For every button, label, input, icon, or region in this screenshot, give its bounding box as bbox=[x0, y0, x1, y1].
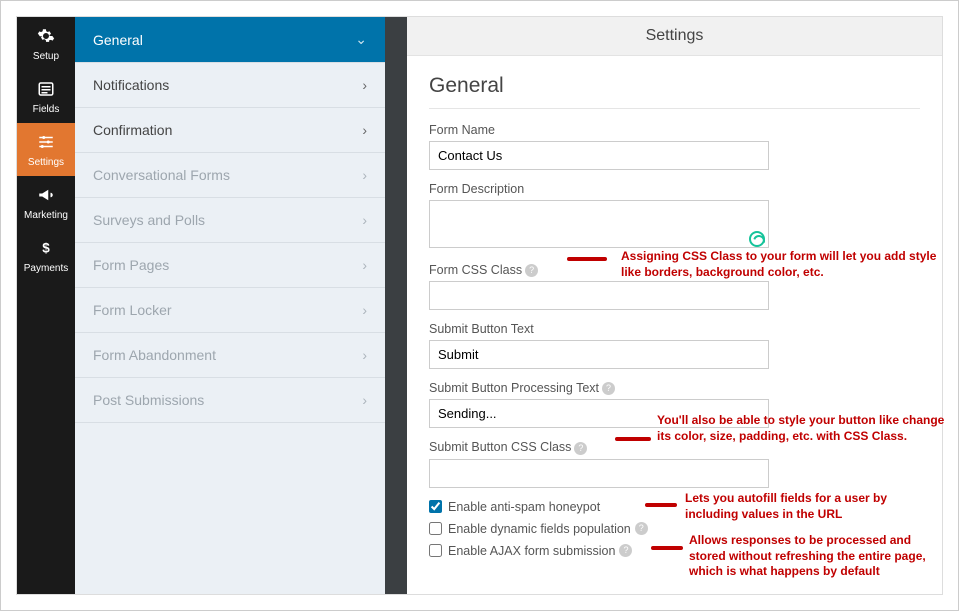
panel-divider bbox=[385, 17, 407, 594]
checkbox-ajax[interactable] bbox=[429, 544, 442, 557]
form-description-input[interactable] bbox=[429, 200, 769, 248]
chevron-right-icon: › bbox=[362, 122, 367, 138]
chevron-right-icon: › bbox=[362, 257, 367, 273]
menu-post-submissions[interactable]: Post Submissions› bbox=[75, 378, 385, 423]
help-icon[interactable]: ? bbox=[602, 382, 615, 395]
submit-css-class-input[interactable] bbox=[429, 459, 769, 488]
checkbox-dynamic[interactable] bbox=[429, 522, 442, 535]
sidebar-item-settings[interactable]: Settings bbox=[17, 123, 75, 176]
field-submit-text: Submit Button Text bbox=[429, 322, 769, 369]
checkbox-dynamic-label: Enable dynamic fields population bbox=[448, 522, 631, 536]
submit-text-input[interactable] bbox=[429, 340, 769, 369]
sidebar-item-payments[interactable]: $ Payments bbox=[17, 229, 75, 282]
grammarly-icon bbox=[749, 231, 765, 247]
form-description-label: Form Description bbox=[429, 182, 769, 196]
field-form-description: Form Description bbox=[429, 182, 769, 251]
field-submit-css-class: Submit Button CSS Class? bbox=[429, 440, 769, 487]
checkbox-ajax-row: Enable AJAX form submission ? bbox=[429, 544, 920, 558]
checkbox-ajax-label: Enable AJAX form submission bbox=[448, 544, 615, 558]
checkbox-honeypot[interactable] bbox=[429, 500, 442, 513]
submit-processing-label: Submit Button Processing Text? bbox=[429, 381, 769, 395]
list-icon bbox=[37, 80, 55, 98]
checkbox-honeypot-label: Enable anti-spam honeypot bbox=[448, 500, 600, 514]
main-panel: Settings General Form Name Form Descript… bbox=[407, 17, 942, 594]
field-form-css-class: Form CSS Class? bbox=[429, 263, 769, 310]
submit-text-label: Submit Button Text bbox=[429, 322, 769, 336]
chevron-right-icon: › bbox=[362, 392, 367, 408]
menu-form-locker[interactable]: Form Locker› bbox=[75, 288, 385, 333]
checkbox-honeypot-row: Enable anti-spam honeypot bbox=[429, 500, 920, 514]
menu-form-abandonment[interactable]: Form Abandonment› bbox=[75, 333, 385, 378]
field-form-name: Form Name bbox=[429, 123, 769, 170]
help-icon[interactable]: ? bbox=[619, 544, 632, 557]
form-css-class-input[interactable] bbox=[429, 281, 769, 310]
submit-processing-input[interactable] bbox=[429, 399, 769, 428]
chevron-right-icon: › bbox=[362, 77, 367, 93]
gear-icon bbox=[37, 27, 55, 45]
help-icon[interactable]: ? bbox=[574, 442, 587, 455]
menu-confirmation[interactable]: Confirmation› bbox=[75, 108, 385, 153]
sidebar-item-fields[interactable]: Fields bbox=[17, 70, 75, 123]
chevron-right-icon: › bbox=[362, 212, 367, 228]
chevron-right-icon: › bbox=[362, 302, 367, 318]
page-title: Settings bbox=[407, 17, 942, 56]
sidebar-item-setup[interactable]: Setup bbox=[17, 17, 75, 70]
section-heading: General bbox=[429, 74, 920, 109]
menu-notifications[interactable]: Notifications› bbox=[75, 63, 385, 108]
menu-surveys[interactable]: Surveys and Polls› bbox=[75, 198, 385, 243]
form-css-class-label: Form CSS Class? bbox=[429, 263, 769, 277]
form-name-label: Form Name bbox=[429, 123, 769, 137]
chevron-down-icon: ⌄ bbox=[355, 31, 367, 48]
sliders-icon bbox=[37, 133, 55, 151]
bullhorn-icon bbox=[37, 186, 55, 204]
sidebar-item-marketing[interactable]: Marketing bbox=[17, 176, 75, 229]
checkbox-dynamic-row: Enable dynamic fields population ? bbox=[429, 522, 920, 536]
icon-sidebar: Setup Fields Settings Marketing $ Paymen… bbox=[17, 17, 75, 594]
svg-text:$: $ bbox=[42, 241, 50, 256]
settings-menu: General⌄ Notifications› Confirmation› Co… bbox=[75, 17, 385, 594]
menu-general[interactable]: General⌄ bbox=[75, 17, 385, 63]
menu-conversational-forms[interactable]: Conversational Forms› bbox=[75, 153, 385, 198]
menu-form-pages[interactable]: Form Pages› bbox=[75, 243, 385, 288]
field-submit-processing-text: Submit Button Processing Text? bbox=[429, 381, 769, 428]
submit-css-class-label: Submit Button CSS Class? bbox=[429, 440, 769, 454]
dollar-icon: $ bbox=[37, 239, 55, 257]
help-icon[interactable]: ? bbox=[525, 264, 538, 277]
help-icon[interactable]: ? bbox=[635, 522, 648, 535]
chevron-right-icon: › bbox=[362, 167, 367, 183]
chevron-right-icon: › bbox=[362, 347, 367, 363]
form-name-input[interactable] bbox=[429, 141, 769, 170]
